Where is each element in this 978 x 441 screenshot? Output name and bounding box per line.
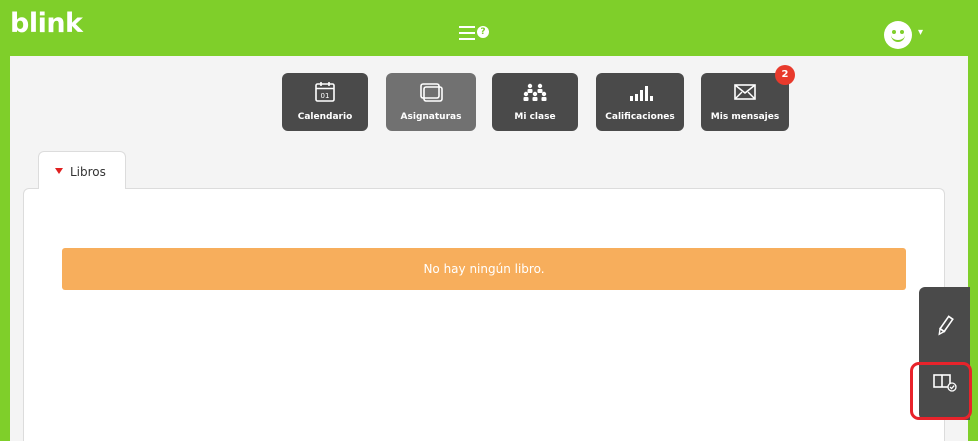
tab-libros[interactable]: Libros [38,151,126,189]
help-icon[interactable]: ? [477,26,489,38]
empty-books-alert: No hay ningún libro. [62,248,906,290]
nav-mi-clase-button[interactable]: Mi clase [492,73,578,131]
nav-asignaturas-button[interactable]: Asignaturas [386,73,476,131]
subjects-icon [386,73,476,103]
avatar[interactable] [884,21,912,49]
books-panel [23,188,945,441]
nav-mis-mensajes-button[interactable]: Mis mensajes 2 [701,65,795,131]
nav-calendario-button[interactable]: 01 Calendario [282,73,368,131]
avatar-eye [892,30,896,34]
avatar-mouth [891,35,905,42]
nav-mi-clase-label: Mi clase [514,112,556,122]
unread-messages-badge: 2 [775,65,795,85]
calendar-icon: 01 [282,73,368,103]
tab-libros-label: Libros [70,165,106,179]
nav-calendario-label: Calendario [297,112,353,122]
nav-calificaciones-label: Calificaciones [605,112,675,122]
pencil-icon [934,315,956,343]
left-rail [0,56,10,441]
nav-asignaturas-label: Asignaturas [400,112,462,122]
selection-highlight [910,362,972,420]
edit-button[interactable] [919,313,970,343]
brand-logo[interactable]: blink [10,8,83,39]
nav-calificaciones-button[interactable]: Calificaciones [596,73,684,131]
chevron-down-icon[interactable]: ▾ [918,27,923,38]
avatar-eye [900,30,904,34]
app-window: blink ? ▾ 01 Calendario Asignaturas Mi c… [0,0,978,441]
bar-chart-icon [596,73,684,103]
collapse-triangle-icon[interactable] [55,168,63,174]
top-bar: blink ? ▾ [0,0,978,56]
calendar-day: 01 [321,92,330,100]
hamburger-icon[interactable] [459,26,475,40]
nav-mis-mensajes-label: Mis mensajes [710,112,780,122]
class-people-icon [492,73,578,103]
